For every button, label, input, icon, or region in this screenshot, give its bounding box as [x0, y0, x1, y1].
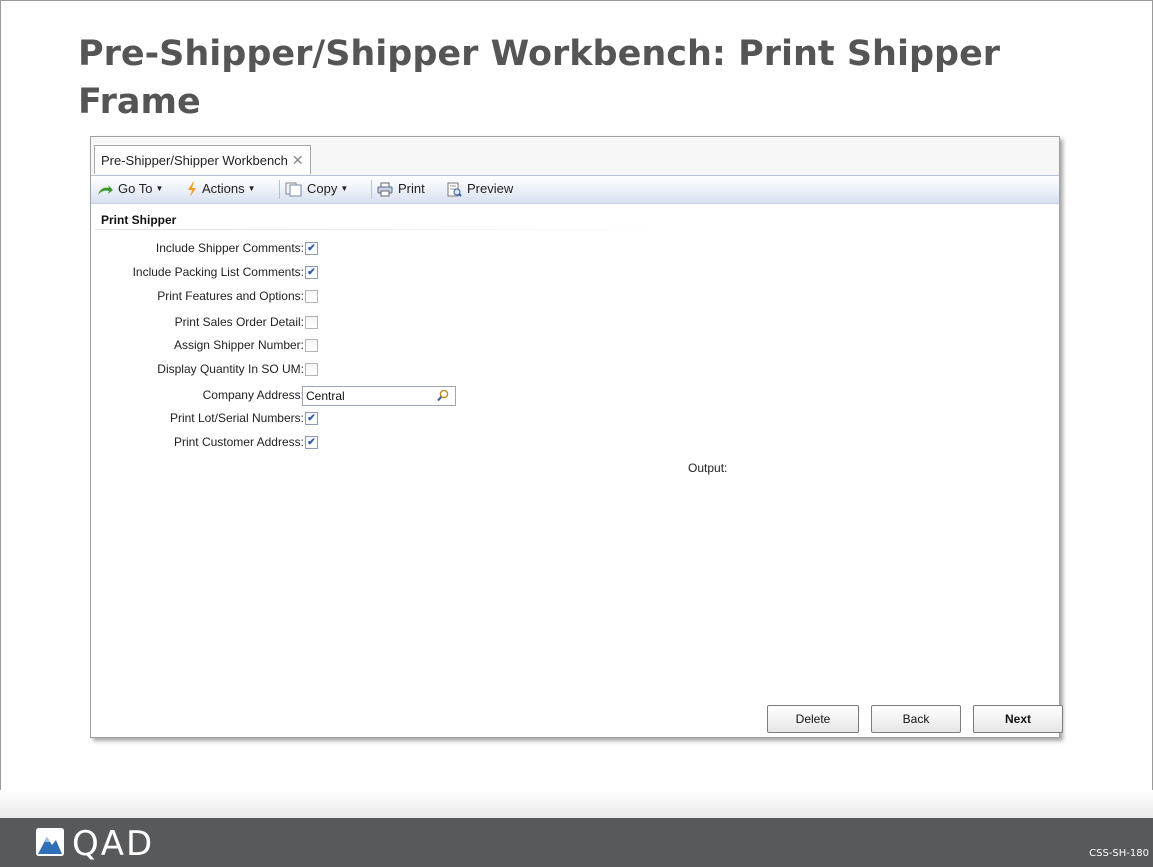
toolbar-separator — [279, 180, 280, 199]
label-assign-shipper-number: Assign Shipper Number: — [173, 338, 304, 352]
print-label: Print — [398, 181, 425, 196]
toolbar-separator — [371, 180, 372, 199]
label-display-quantity-in-so-um: Display Quantity In SO UM: — [157, 362, 304, 376]
checkmark-icon: ✔ — [307, 413, 316, 424]
tab-label: Pre-Shipper/Shipper Workbench — [101, 153, 288, 168]
company-address-field[interactable] — [302, 386, 456, 406]
copy-label: Copy — [307, 181, 338, 196]
label-include-packing-list-comments: Include Packing List Comments: — [132, 265, 304, 279]
label-print-sales-order-detail: Print Sales Order Detail: — [174, 315, 304, 329]
display-quantity-in-so-um-checkbox[interactable] — [305, 363, 318, 376]
label-print-customer-address: Print Customer Address: — [173, 435, 304, 449]
slide-title: Pre-Shipper/Shipper Workbench: Print Shi… — [78, 34, 1001, 122]
printer-icon — [377, 182, 393, 197]
section-divider — [95, 229, 695, 230]
include-shipper-comments-checkbox[interactable]: ✔ — [305, 242, 318, 255]
include-packing-list-comments-checkbox[interactable]: ✔ — [305, 266, 318, 279]
tab-pre-shipper-workbench[interactable]: Pre-Shipper/Shipper Workbench ✕ — [94, 145, 311, 174]
workbench-window: Pre-Shipper/Shipper Workbench ✕ Go To ▼ Ac… — [90, 136, 1063, 738]
slide-code: CSS-SH-180 — [1089, 848, 1149, 859]
goto-arrow-icon — [98, 184, 113, 195]
copy-icon — [285, 182, 302, 197]
label-include-shipper-comments: Include Shipper Comments: — [155, 241, 304, 255]
section-title-print-shipper: Print Shipper — [101, 213, 177, 227]
label-print-lot-serial-numbers: Print Lot/Serial Numbers: — [169, 411, 304, 425]
preview-label: Preview — [467, 181, 514, 196]
goto-label: Go To — [118, 181, 153, 196]
toolbar: Go To ▼ Actions ▼ Copy ▼ Print Preview — [91, 176, 1059, 204]
tab-bar: Pre-Shipper/Shipper Workbench ✕ — [91, 137, 1059, 176]
print-features-and-options-checkbox[interactable] — [305, 290, 318, 303]
lightning-icon — [188, 182, 196, 198]
actions-label: Actions — [202, 181, 245, 196]
label-company-address: Company Address: — [202, 388, 304, 402]
next-button[interactable]: Next — [973, 705, 1063, 733]
preview-button[interactable]: Preview — [447, 181, 513, 197]
print-lot-serial-numbers-checkbox[interactable]: ✔ — [305, 412, 318, 425]
lookup-magnifier-icon[interactable] — [437, 389, 449, 402]
footer-fade — [0, 790, 1153, 820]
label-print-features-and-options: Print Features and Options: — [157, 289, 304, 303]
checkmark-icon: ✔ — [307, 437, 316, 448]
print-sales-order-detail-checkbox[interactable] — [305, 316, 318, 329]
delete-button[interactable]: Delete — [767, 705, 859, 733]
copy-menu[interactable]: Copy ▼ — [285, 181, 348, 199]
checkmark-icon: ✔ — [307, 267, 316, 278]
print-customer-address-checkbox[interactable]: ✔ — [305, 436, 318, 449]
qad-logo-text: QAD — [72, 824, 155, 864]
checkmark-icon: ✔ — [307, 243, 316, 254]
back-button[interactable]: Back — [871, 705, 961, 733]
chevron-down-icon: ▼ — [247, 184, 256, 193]
chevron-down-icon: ▼ — [155, 184, 164, 193]
qad-logo-icon — [36, 828, 64, 856]
print-button[interactable]: Print — [377, 181, 425, 197]
actions-menu[interactable]: Actions ▼ — [187, 181, 256, 199]
footer-bar: QAD CSS-SH-180 — [0, 818, 1153, 867]
assign-shipper-number-checkbox[interactable] — [305, 339, 318, 352]
close-icon[interactable]: ✕ — [292, 152, 304, 168]
preview-icon — [447, 182, 462, 197]
output-label: Output: — [688, 461, 728, 475]
chevron-down-icon: ▼ — [340, 184, 349, 193]
goto-menu[interactable]: Go To ▼ — [97, 181, 163, 199]
company-address-input[interactable] — [306, 388, 431, 404]
